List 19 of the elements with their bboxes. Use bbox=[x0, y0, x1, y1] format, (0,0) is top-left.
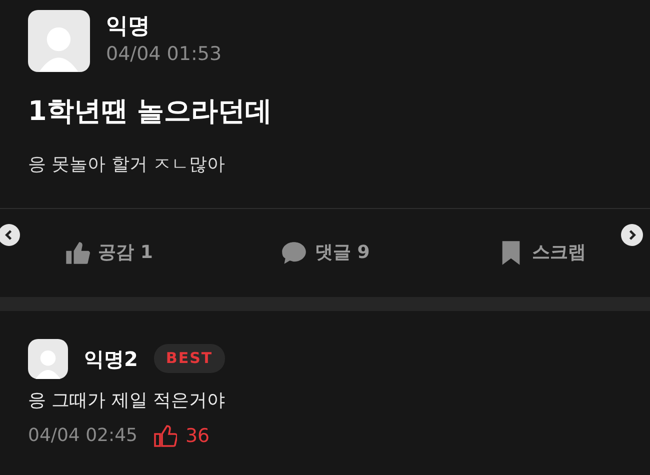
thumbs-up-icon bbox=[64, 240, 90, 266]
avatar-icon bbox=[28, 10, 90, 72]
author-name: 익명 bbox=[106, 14, 151, 40]
post-time: 04/04 01:53 bbox=[106, 42, 222, 67]
comment-time: 04/04 02:45 bbox=[28, 424, 138, 448]
avatar-icon bbox=[28, 338, 68, 378]
action-button[interactable]: 공감 1 bbox=[58, 238, 159, 267]
action-button[interactable]: 스크랩 bbox=[492, 238, 592, 267]
next-arrow-button[interactable] bbox=[621, 224, 643, 246]
post-title: 1학년땐 놀으라던데 bbox=[27, 95, 274, 129]
action-button[interactable]: 댓글 9 bbox=[275, 238, 376, 267]
thumbs-up-icon bbox=[153, 424, 178, 448]
prev-arrow-button[interactable] bbox=[0, 224, 20, 246]
best-label: BEST bbox=[154, 344, 225, 373]
like-count: 36 bbox=[185, 424, 210, 448]
comment-author: 익명2 bbox=[84, 346, 138, 372]
post-body: 응 못놀아 할거 ㅈㄴ많아 bbox=[27, 152, 226, 176]
comment-text: 응 그때가 제일 적은거야 bbox=[28, 388, 226, 412]
speech-bubble-icon bbox=[281, 240, 307, 266]
